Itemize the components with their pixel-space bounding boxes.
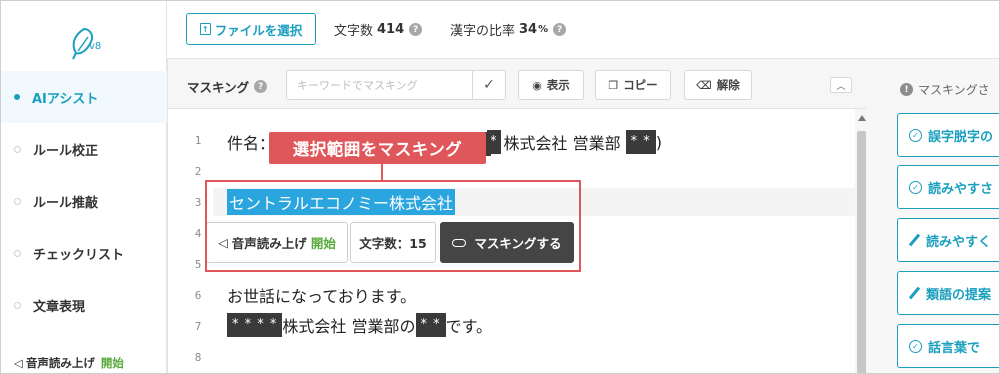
- sidebar-item-ai-assist[interactable]: AIアシスト: [1, 71, 167, 123]
- sidebar-tts-button[interactable]: ◁ 音声読み上げ 開始: [14, 355, 124, 371]
- annotation-callout-stem: [381, 164, 383, 181]
- check-icon[interactable]: ✓: [473, 70, 506, 100]
- check-circle-icon: ✓: [909, 180, 922, 194]
- eye-icon: ◉: [532, 78, 542, 92]
- dot-icon: [14, 197, 21, 205]
- sidebar-item-label: ルール校正: [33, 143, 99, 159]
- kanji-ratio-unit: %: [538, 24, 549, 35]
- masking-label: マスキング ?: [187, 77, 268, 96]
- char-count-stat: 文字数 414 ?: [334, 20, 423, 39]
- copy-label: コピー: [623, 78, 658, 92]
- editor-line-6[interactable]: お世話になっております。: [227, 283, 416, 307]
- release-button[interactable]: ⌫ 解除: [684, 70, 752, 100]
- scroll-up-arrow-icon[interactable]: [858, 115, 866, 121]
- right-panel-header: ! マスキングさ: [900, 81, 990, 98]
- line-text: です。: [445, 317, 493, 336]
- masked-text: * *: [625, 130, 656, 154]
- ai-card-readability[interactable]: ✓ 読みやすさ: [897, 165, 999, 209]
- char-count-value: 414: [377, 22, 405, 37]
- app-version: v8: [89, 41, 102, 52]
- ai-card-synonyms[interactable]: 類語の提案: [897, 271, 999, 315]
- line-text: 件名：: [227, 134, 276, 153]
- line-text: ): [655, 132, 662, 152]
- upload-icon: ↑: [199, 23, 211, 35]
- line-number: 1: [194, 134, 202, 147]
- masked-text: * *: [415, 313, 446, 337]
- chevron-up-icon[interactable]: ︿: [830, 77, 852, 93]
- alert-icon: !: [900, 83, 913, 96]
- ai-card-improve-readability[interactable]: 読みやすく: [897, 218, 999, 262]
- app-window: v8 AIアシスト ルール校正 ルール推敲 チェックリスト 文章表現 ◁ 音声読…: [0, 0, 1000, 374]
- ai-card-label: 話言葉で: [928, 340, 981, 356]
- active-dot-icon: [14, 94, 20, 100]
- help-icon[interactable]: ?: [409, 23, 423, 36]
- show-button[interactable]: ◉ 表示: [518, 70, 584, 100]
- release-label: 解除: [716, 78, 740, 92]
- sidebar-item-checklist[interactable]: チェックリスト: [1, 227, 167, 279]
- annotation-callout: 選択範囲をマスキング: [269, 132, 486, 164]
- sidebar-item-rule-refine[interactable]: ルール推敲: [1, 175, 167, 227]
- sidebar-item-label: 文章表現: [33, 299, 86, 315]
- file-select-label: ファイルを選択: [214, 22, 303, 38]
- masked-text: * * * *: [227, 313, 283, 337]
- check-circle-icon: ✓: [909, 339, 922, 353]
- right-panel-header-text: マスキングさ: [918, 83, 990, 97]
- line-text: 株式会社 営業部: [503, 134, 621, 153]
- sidebar: v8 AIアシスト ルール校正 ルール推敲 チェックリスト 文章表現 ◁ 音声読…: [1, 1, 167, 373]
- pen-icon: [908, 233, 921, 247]
- speaker-icon: ◁: [14, 356, 23, 370]
- sidebar-item-expression[interactable]: 文章表現: [1, 279, 167, 331]
- topbar: ↑ ファイルを選択 文字数 414 ? 漢字の比率 34 % ?: [167, 1, 999, 59]
- ai-card-label: 誤字脱字の: [928, 129, 994, 145]
- sidebar-item-label: AIアシスト: [32, 91, 99, 107]
- eraser-icon: ⌫: [696, 78, 712, 92]
- pen-nib-logo-icon: [72, 27, 94, 60]
- dot-icon: [14, 145, 21, 153]
- sidebar-item-label: チェックリスト: [33, 247, 125, 263]
- editor-line-7[interactable]: * * * * 株式会社 営業部の * * です。: [227, 313, 492, 337]
- show-label: 表示: [546, 78, 570, 92]
- sidebar-item-label: ルール推敲: [33, 195, 99, 211]
- dot-icon: [14, 249, 21, 257]
- ai-card-label: 読みやすく: [926, 234, 992, 250]
- kanji-ratio-value: 34: [519, 22, 538, 37]
- line-number: 2: [194, 165, 202, 178]
- ai-card-spoken-language[interactable]: ✓ 話言葉で: [897, 324, 999, 368]
- line-number: 7: [194, 320, 202, 333]
- ai-card-label: 類語の提案: [926, 287, 992, 303]
- tts-start: 開始: [100, 356, 124, 370]
- annotation-highlight-box: [205, 180, 581, 272]
- dot-icon: [14, 301, 21, 309]
- help-icon[interactable]: ?: [254, 80, 268, 93]
- tts-label: 音声読み上げ: [25, 356, 95, 370]
- kanji-ratio-label: 漢字の比率: [450, 24, 516, 39]
- help-icon[interactable]: ?: [553, 23, 567, 36]
- copy-icon: ❐: [608, 78, 619, 92]
- ai-card-label: 読みやすさ: [928, 181, 994, 197]
- right-panel: ! マスキングさ ✓ 誤字脱字の ✓ 読みやすさ 読みやすく 類語の提案 ✓ 話…: [867, 59, 999, 373]
- line-number: 6: [194, 289, 202, 302]
- check-circle-icon: ✓: [909, 128, 922, 142]
- masking-label-text: マスキング: [187, 80, 250, 95]
- char-count-label: 文字数: [334, 24, 374, 39]
- masking-keyword-input[interactable]: キーワードでマスキング: [286, 70, 473, 100]
- pen-icon: [908, 286, 921, 300]
- line-text: お世話になっております。: [227, 287, 417, 306]
- file-select-button[interactable]: ↑ ファイルを選択: [186, 13, 316, 45]
- copy-button[interactable]: ❐ コピー: [595, 70, 671, 100]
- line-text: 株式会社 営業部の: [282, 317, 416, 336]
- masking-toolbar: マスキング ? キーワードでマスキング ✓ ◉ 表示 ❐ コピー ⌫ 解除 ︿: [168, 59, 868, 109]
- sidebar-item-rule-check[interactable]: ルール校正: [1, 123, 167, 175]
- line-number: 8: [194, 351, 202, 364]
- kanji-ratio-stat: 漢字の比率 34 % ?: [450, 20, 567, 39]
- scroll-thumb[interactable]: [857, 131, 866, 373]
- ai-card-typo-check[interactable]: ✓ 誤字脱字の: [897, 113, 999, 157]
